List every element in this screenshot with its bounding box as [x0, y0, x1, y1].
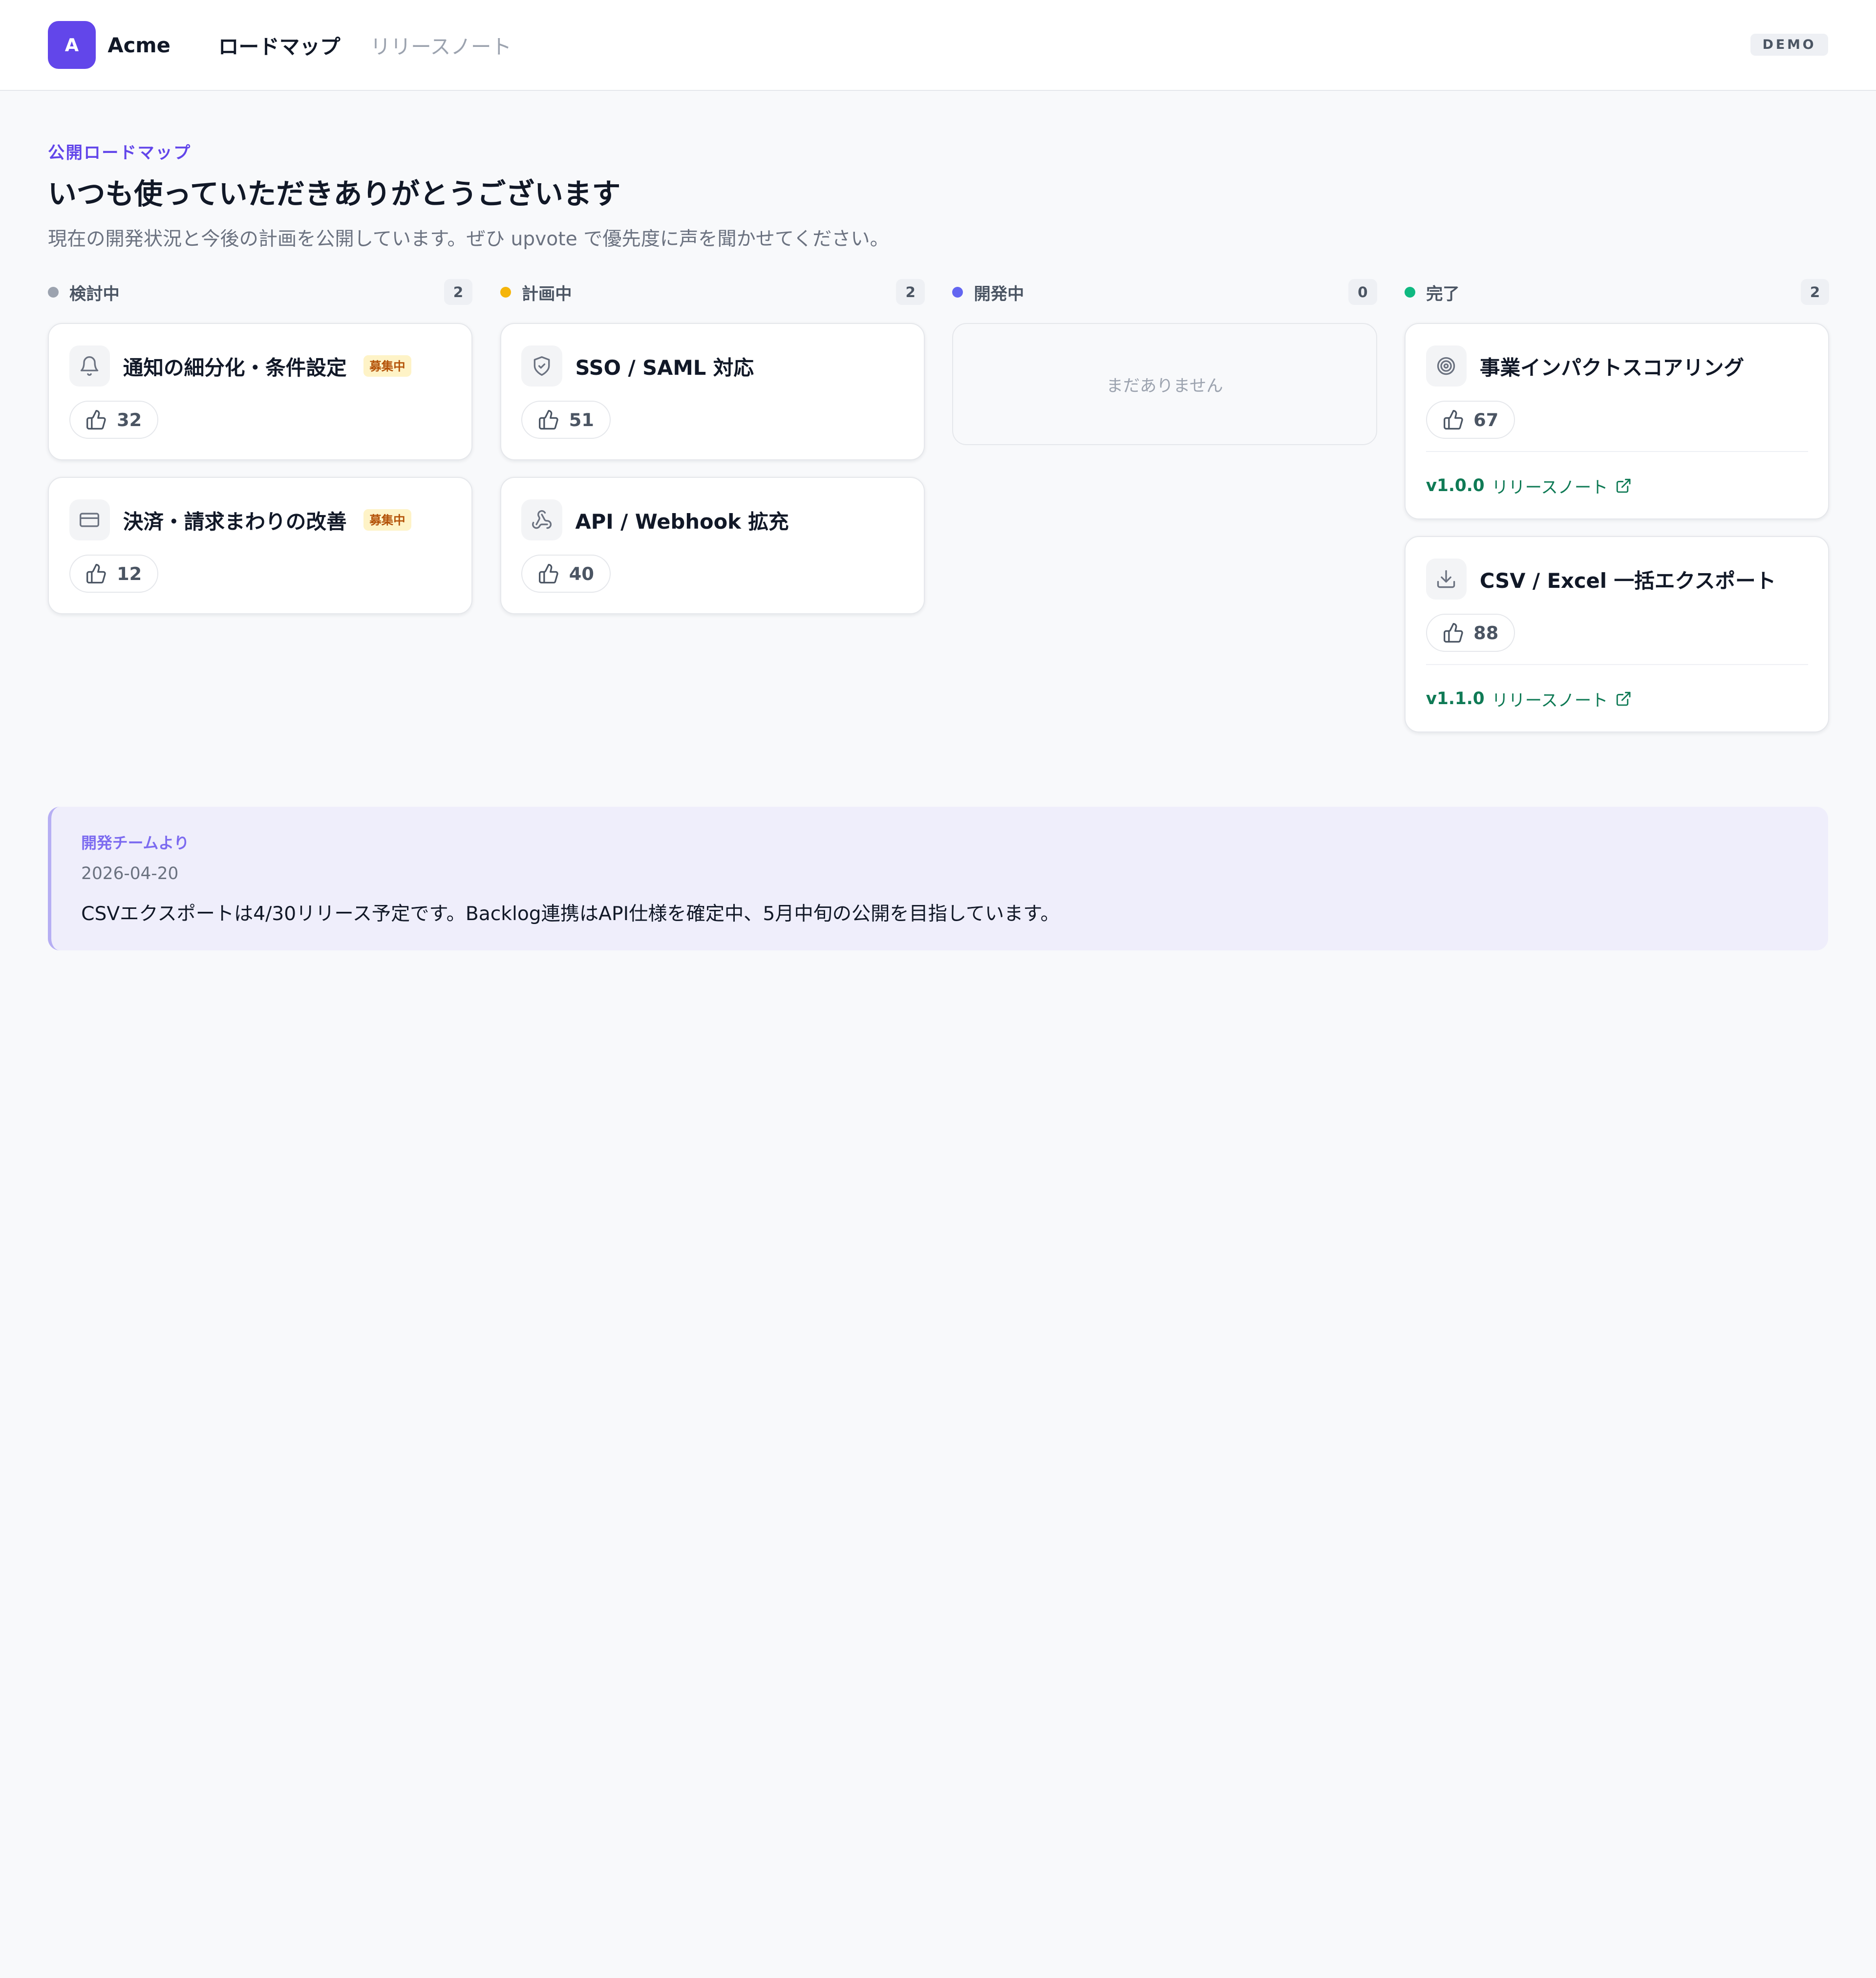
column-title: 計画中 [521, 284, 572, 304]
main-nav: ロードマップ リリースノート [218, 30, 512, 60]
release-note-link[interactable]: v1.0.0 リリースノート [1426, 473, 1808, 498]
column-header: 完了 2 [1405, 278, 1830, 306]
team-note-label: 開発チームより [81, 833, 190, 852]
roadmap-board: 検討中 2 通知の細分化・条件設定 募集中 32 決済・請求まわりの改善 募集中… [47, 278, 1830, 749]
upvote-button[interactable]: 12 [69, 554, 158, 593]
nav-release-notes[interactable]: リリースノート [370, 30, 512, 60]
card-title: 事業インパクトスコアリング [1479, 355, 1745, 380]
thumbs-up-icon [539, 410, 558, 430]
roadmap-card[interactable]: SSO / SAML 対応 51 [500, 323, 925, 460]
roadmap-card[interactable]: 通知の細分化・条件設定 募集中 32 [47, 323, 473, 460]
credit-card-icon [69, 499, 110, 540]
page-title: いつも使っていただきありがとうございます [47, 176, 621, 211]
release-version: v1.0.0 [1426, 476, 1485, 496]
external-link-icon [1616, 478, 1631, 493]
column-title: 開発中 [974, 284, 1024, 304]
recruiting-badge: 募集中 [363, 509, 411, 531]
roadmap-card[interactable]: 事業インパクトスコアリング 67 v1.0.0 リリースノート [1405, 323, 1830, 519]
card-title: CSV / Excel 一括エクスポート [1479, 568, 1776, 593]
shield-icon [521, 345, 562, 387]
vote-count: 67 [1473, 409, 1499, 430]
vote-count: 40 [569, 563, 594, 584]
logo[interactable]: A [47, 21, 96, 69]
status-dot [952, 286, 963, 298]
column-title: 検討中 [69, 284, 120, 304]
column-count: 2 [444, 279, 473, 305]
column-considering: 検討中 2 通知の細分化・条件設定 募集中 32 決済・請求まわりの改善 募集中… [47, 278, 473, 749]
release-version: v1.1.0 [1426, 689, 1485, 709]
status-dot [47, 286, 59, 298]
team-note-body: CSVエクスポートは4/30リリース予定です。Backlog連携はAPI仕様を確… [81, 903, 1060, 925]
column-in-progress: 開発中 0 まだありません [952, 278, 1377, 749]
column-done: 完了 2 事業インパクトスコアリング 67 v1.0.0 リリースノート CSV… [1405, 278, 1830, 749]
card-title: 通知の細分化・条件設定 [123, 355, 347, 380]
release-link-label: リリースノート [1492, 478, 1608, 498]
status-dot [1405, 286, 1416, 298]
column-count: 2 [1800, 279, 1830, 305]
page-subtitle: 現在の開発状況と今後の計画を公開しています。ぜひ upvote で優先度に声を聞… [47, 228, 889, 251]
upvote-button[interactable]: 32 [69, 400, 158, 439]
intro-section: 公開ロードマップ いつも使っていただきありがとうございます 現在の開発状況と今後… [0, 91, 1876, 251]
brand-name[interactable]: Acme [107, 33, 171, 57]
logo-letter: A [64, 34, 79, 56]
top-header: A Acme ロードマップ リリースノート DEMO [0, 0, 1876, 91]
column-header: 検討中 2 [47, 278, 473, 306]
team-note: 開発チームより 2026-04-20 CSVエクスポートは4/30リリース予定で… [47, 806, 1829, 950]
empty-state: まだありません [952, 323, 1377, 445]
upvote-button[interactable]: 51 [521, 400, 611, 439]
eyebrow-label: 公開ロードマップ [47, 143, 192, 163]
status-dot [500, 286, 511, 298]
release-link-label: リリースノート [1492, 691, 1608, 711]
column-count: 0 [1348, 279, 1377, 305]
external-link-icon [1616, 691, 1631, 706]
card-title: API / Webhook 拡充 [575, 509, 789, 534]
column-count: 2 [896, 279, 925, 305]
divider [1426, 664, 1808, 666]
column-title: 完了 [1426, 284, 1460, 304]
thumbs-up-icon [86, 410, 107, 430]
column-header: 計画中 2 [500, 278, 925, 306]
upvote-button[interactable]: 40 [521, 554, 611, 593]
thumbs-up-icon [1443, 410, 1463, 430]
thumbs-up-icon [539, 564, 558, 584]
team-note-date: 2026-04-20 [81, 863, 179, 883]
vote-count: 32 [117, 409, 142, 430]
webhook-icon [521, 499, 562, 540]
bell-icon [69, 345, 110, 387]
roadmap-card[interactable]: CSV / Excel 一括エクスポート 88 v1.1.0 リリースノート [1405, 536, 1830, 732]
card-title: SSO / SAML 対応 [575, 355, 754, 380]
download-icon [1426, 559, 1467, 600]
target-icon [1426, 345, 1467, 387]
roadmap-card[interactable]: API / Webhook 拡充 40 [500, 477, 925, 614]
empty-state-text: まだありません [1106, 376, 1223, 396]
roadmap-card[interactable]: 決済・請求まわりの改善 募集中 12 [47, 477, 473, 614]
vote-count: 12 [117, 563, 142, 584]
column-planned: 計画中 2 SSO / SAML 対応 51 API / Webhook 拡充 … [500, 278, 925, 749]
upvote-button[interactable]: 67 [1426, 400, 1515, 439]
card-title: 決済・請求まわりの改善 [123, 509, 347, 534]
roadmap-page: A Acme ロードマップ リリースノート DEMO 公開ロードマップ いつも使… [0, 0, 1876, 989]
demo-badge: DEMO [1750, 33, 1829, 56]
upvote-button[interactable]: 88 [1426, 613, 1515, 652]
divider [1426, 451, 1808, 452]
release-note-link[interactable]: v1.1.0 リリースノート [1426, 687, 1808, 711]
vote-count: 88 [1473, 622, 1499, 644]
vote-count: 51 [569, 409, 594, 430]
recruiting-badge: 募集中 [363, 355, 411, 377]
thumbs-up-icon [1443, 623, 1463, 643]
thumbs-up-icon [86, 564, 107, 584]
column-header: 開発中 0 [952, 278, 1377, 306]
nav-roadmap[interactable]: ロードマップ [218, 30, 341, 60]
